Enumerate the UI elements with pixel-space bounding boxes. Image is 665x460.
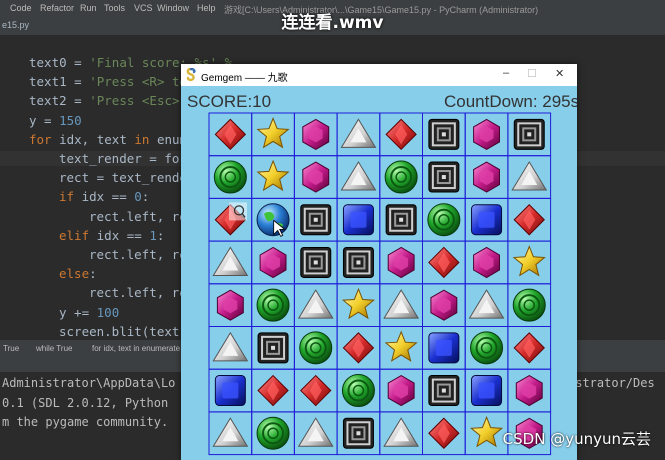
gem-white[interactable] [340,118,377,148]
gem-green[interactable] [341,374,375,408]
gem-pink[interactable] [515,375,543,407]
code-line: rect.left, re [89,285,187,301]
gem-white[interactable] [383,289,420,319]
gem-white[interactable] [212,331,249,362]
gem-black[interactable] [300,204,332,236]
code-line: y = 150 [29,112,82,128]
code-line: rect.left, re [89,247,187,262]
output-line: m the pygame community. [2,415,169,429]
gem-blue[interactable] [471,375,503,407]
gem-star[interactable] [341,287,375,320]
gem-black[interactable] [300,246,332,278]
gem-black[interactable] [428,375,460,407]
gem-pink[interactable] [387,375,415,407]
gem-green[interactable] [384,160,418,194]
output-line: 0.1 (SDL 2.0.12, Python [2,395,169,410]
gem-white[interactable] [297,289,334,319]
output-line: Administrator\AppData\Lo [2,376,176,390]
breadcrumb-item[interactable]: while True [36,344,72,353]
gem-pink[interactable] [430,289,458,321]
game-titlebar[interactable]: Gemgem —— 九歌 – ☐ ✕ [181,64,577,86]
gem-red[interactable] [513,204,545,236]
gem-earth[interactable] [256,203,290,237]
gem-green[interactable] [256,288,290,322]
gem-black[interactable] [513,118,545,150]
gem-red[interactable] [385,118,417,151]
gem-pink[interactable] [259,246,287,279]
gem-pink[interactable] [387,246,415,279]
gem-white[interactable] [297,417,334,447]
gem-red[interactable] [342,332,375,364]
gem-red[interactable] [300,374,332,407]
gem-black[interactable] [342,246,374,278]
game-window-title: Gemgem —— 九歌 [201,73,288,84]
gem-black[interactable] [342,417,374,449]
gem-star[interactable] [470,415,504,448]
gem-green[interactable] [427,203,461,237]
gem-red[interactable] [257,374,289,407]
breadcrumb-item[interactable]: for idx, text in enumerate [92,344,180,353]
gem-pink[interactable] [473,246,500,279]
gem-red[interactable] [428,246,460,279]
video-title: 连连看.wmv [281,13,384,33]
gem-pink[interactable] [473,118,500,150]
game-canvas[interactable]: SCORE:10 CountDown: 295s [181,86,577,460]
code-line: if idx == 0: [59,189,150,205]
code-line: y += 100 [59,304,120,320]
code-line: screen.blit(text [59,323,180,339]
gem-black[interactable] [257,332,289,364]
game-window[interactable]: Gemgem —— 九歌 – ☐ ✕ SCORE:10 CountDown: 2… [181,64,577,460]
gem-pink[interactable] [302,118,330,150]
breadcrumb-item[interactable]: True [3,344,19,353]
gem-black[interactable] [428,161,460,193]
gem-white[interactable] [468,289,505,319]
gem-star[interactable] [256,159,290,192]
gem-green[interactable] [470,331,504,365]
close-button[interactable]: ✕ [555,67,564,80]
code-line: elif idx == 1: [59,227,165,243]
gem-star[interactable] [384,330,418,362]
gem-white[interactable] [511,161,548,191]
output-line: istrator/Des [568,376,655,390]
pygame-snake-icon [186,68,196,82]
maximize-button[interactable]: ☐ [527,67,537,80]
gem-white[interactable] [383,417,420,447]
gem-white[interactable] [212,417,249,447]
code-line: rect.left, re [89,208,187,224]
gem-black[interactable] [385,204,417,236]
gem-red[interactable] [428,417,460,449]
gem-white[interactable] [212,246,249,276]
gem-star[interactable] [512,245,546,277]
gem-pink[interactable] [302,161,330,193]
gem-pink[interactable] [473,161,500,193]
search-cursor-icon [229,202,247,221]
gem-black[interactable] [428,118,460,150]
gem-blue[interactable] [214,375,246,407]
code-line: for idx, text in enum [29,131,188,147]
gem-green[interactable] [299,331,333,365]
minimize-button[interactable]: – [503,67,509,79]
code-line: rect = text_rende [59,170,187,186]
gem-red[interactable] [214,118,247,151]
code-line: else: [59,266,97,282]
gem-red[interactable] [513,332,545,364]
csdn-watermark: CSDN @yunyun云芸 [502,430,651,448]
code-line: text2 = 'Press <Esc> [29,93,180,109]
code-line: text1 = 'Press <R> to [29,74,188,90]
gem-green[interactable] [213,160,247,194]
gem-pink[interactable] [216,289,244,321]
gem-board[interactable] [181,86,577,460]
gem-white[interactable] [340,161,377,191]
gem-green[interactable] [512,288,546,322]
gem-blue[interactable] [342,204,374,236]
gem-star[interactable] [256,117,290,149]
gem-green[interactable] [256,416,290,450]
gem-blue[interactable] [471,204,503,236]
gem-blue[interactable] [428,332,460,364]
